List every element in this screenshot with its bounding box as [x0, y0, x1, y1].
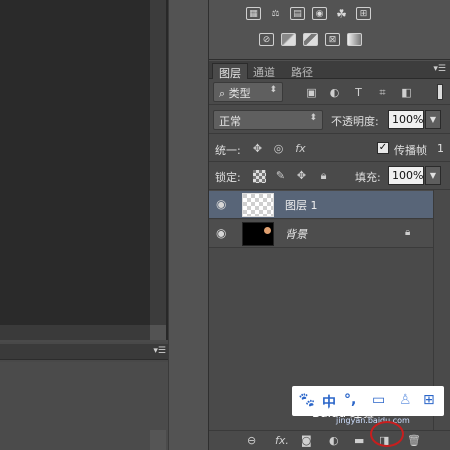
photo-filter-icon[interactable]: ◉	[312, 7, 327, 20]
layer-row-background[interactable]: ◉ 背景 🔒︎	[209, 220, 433, 248]
layers-bottom-toolbar: ⊖ fx. ◙ ◐ ▬ ◨ 🗑︎	[209, 430, 450, 450]
lock-image-pixels-icon[interactable]: ✎	[274, 169, 287, 182]
opacity-dropdown-button[interactable]: ▼	[425, 110, 441, 129]
timeline-scrollbar[interactable]	[150, 430, 166, 450]
new-group-icon[interactable]: ▬	[354, 434, 364, 447]
shape-layer-filter-icon[interactable]: ⌗	[376, 86, 389, 99]
adjustment-layer-icon[interactable]: ◐	[329, 434, 339, 447]
lock-transparent-pixels-icon[interactable]	[253, 170, 266, 183]
propagate-frame-label: 传播帧	[394, 144, 427, 157]
type-layer-filter-icon[interactable]: T	[352, 86, 365, 99]
layer-name[interactable]: 图层 1	[285, 197, 318, 213]
layer-name[interactable]: 背景	[285, 226, 307, 242]
search-icon: ⌕	[219, 87, 229, 100]
pixel-layer-filter-icon[interactable]: ▣	[305, 86, 318, 99]
layers-panel-tabbar: 图层 通道 路径 ▾☰	[209, 61, 450, 80]
moon-icon	[264, 227, 271, 234]
adjustments-panel: ▦ ⚖ ▤ ◉ ☘ ⊞ ⊘ ⊠	[209, 0, 450, 60]
opacity-label: 不透明度:	[331, 115, 379, 128]
filter-kind-label: 类型	[228, 87, 251, 100]
unify-label: 统一:	[215, 144, 241, 157]
timeline-panel-content	[0, 362, 168, 450]
lock-icon: 🔒︎	[405, 227, 411, 238]
smart-object-filter-icon[interactable]: ◧	[400, 86, 413, 99]
filter-toggle-switch[interactable]	[437, 84, 443, 100]
channel-mixer-icon[interactable]: ☘	[334, 7, 349, 21]
user-icon: ♙	[399, 392, 412, 408]
fill-label: 填充:	[355, 171, 381, 184]
unify-style-icon[interactable]: fx	[294, 142, 307, 155]
panel-dock-gutter	[168, 0, 208, 450]
frame-number: 1	[437, 142, 444, 155]
timeline-panel-header: ▾☰	[0, 344, 168, 360]
tab-channels[interactable]: 通道	[247, 63, 281, 79]
fill-dropdown-button[interactable]: ▼	[425, 166, 441, 185]
link-layers-icon[interactable]: ⊖	[247, 434, 256, 447]
selective-color-icon[interactable]: ⊠	[325, 33, 340, 46]
tab-paths[interactable]: 路径	[285, 63, 319, 79]
dropdown-arrow-icon: ⬍	[309, 113, 317, 123]
layer-thumbnail	[242, 193, 274, 217]
layer-thumbnail	[242, 222, 274, 246]
lock-label: 锁定:	[215, 171, 241, 184]
lock-all-icon[interactable]: 🔒︎	[317, 169, 330, 182]
unify-visibility-icon[interactable]: ◎	[272, 142, 285, 155]
scroll-corner	[150, 325, 166, 340]
blend-mode-dropdown[interactable]: 正常 ⬍	[213, 110, 323, 130]
layer-row-layer-1[interactable]: ◉ 图层 1	[209, 191, 433, 219]
blend-mode-label: 正常	[219, 115, 241, 128]
fill-input[interactable]: 100%	[388, 166, 424, 185]
propagate-frame-checkbox[interactable]: ✓	[377, 142, 389, 154]
trash-icon[interactable]: 🗑︎	[407, 434, 421, 447]
lock-row: 锁定: ✎ ✥ 🔒︎ 填充: 100% ▼	[209, 163, 450, 190]
panel-menu-icon[interactable]: ▾☰	[153, 346, 166, 356]
tab-layers[interactable]: 图层	[212, 63, 248, 80]
highlight-circle	[370, 421, 404, 447]
fx-icon[interactable]: fx.	[275, 434, 289, 447]
canvas-horizontal-scrollbar[interactable]	[0, 325, 150, 340]
unify-position-icon[interactable]: ✥	[251, 142, 264, 155]
opacity-input[interactable]: 100%	[388, 110, 424, 129]
threshold-icon[interactable]	[303, 33, 318, 46]
canvas-vertical-scrollbar[interactable]	[150, 0, 166, 340]
blend-row: 正常 ⬍ 不透明度: 100% ▼	[209, 106, 450, 134]
posterize-icon[interactable]	[281, 33, 296, 46]
eye-icon[interactable]: ◉	[216, 226, 226, 240]
filter-kind-dropdown[interactable]: ⌕ 类型 ⬍	[213, 82, 283, 102]
layer-filter-row: ⌕ 类型 ⬍ ▣ ◐ T ⌗ ◧	[209, 79, 450, 105]
gradient-map-icon[interactable]	[347, 33, 362, 46]
add-mask-icon[interactable]: ◙	[301, 434, 312, 447]
panel-menu-icon[interactable]: ▾☰	[433, 64, 446, 74]
invert-icon[interactable]: ⊘	[259, 33, 274, 46]
levels-icon[interactable]: ▦	[246, 7, 261, 20]
grid-icon: ⊞	[423, 392, 435, 408]
balance-icon[interactable]: ⚖	[268, 7, 283, 20]
document-canvas[interactable]	[0, 0, 150, 325]
unify-row: 统一: ✥ ◎ fx ✓ 传播帧 1	[209, 135, 450, 162]
adjustment-layer-filter-icon[interactable]: ◐	[328, 86, 341, 99]
eye-icon[interactable]: ◉	[216, 197, 226, 211]
dropdown-arrow-icon: ⬍	[269, 85, 277, 95]
color-lookup-icon[interactable]: ⊞	[356, 7, 371, 20]
curves-icon[interactable]: ▤	[290, 7, 305, 20]
lock-position-icon[interactable]: ✥	[295, 169, 308, 182]
